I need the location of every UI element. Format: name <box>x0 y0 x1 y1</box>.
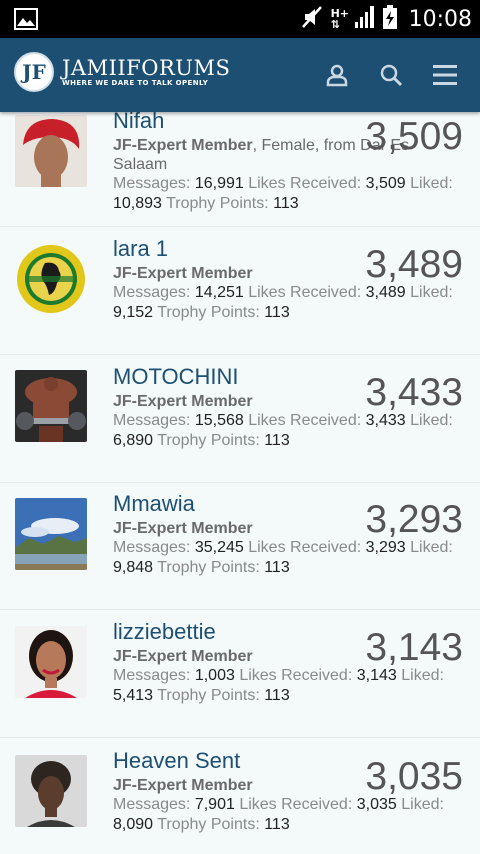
trophy-points-value: 113 <box>273 194 299 212</box>
liked-value: 9,152 <box>113 303 154 321</box>
logo-letter: JF <box>22 60 46 84</box>
avatar[interactable] <box>15 370 87 442</box>
trophy-points-value: 113 <box>264 303 290 321</box>
member-row[interactable]: Mmawia JF-Expert Member Messages: 35,245… <box>0 483 480 610</box>
battery-charging-icon <box>382 4 397 34</box>
avatar[interactable] <box>15 755 87 827</box>
liked-value: 8,090 <box>113 815 154 833</box>
logo-title: JAMIIFORUMS <box>62 56 231 80</box>
member-stats: Messages: 15,568 Likes Received: 3,433 L… <box>113 411 463 450</box>
messages-label: Messages: <box>113 539 191 556</box>
status-time: 10:08 <box>408 6 472 32</box>
member-row[interactable]: lizziebettie JF-Expert Member Messages: … <box>0 611 480 738</box>
messages-value: 35,245 <box>194 539 244 556</box>
likes-received-label: Likes Received: <box>239 796 353 813</box>
liked-value: 5,413 <box>113 686 154 704</box>
likes-received-value: 3,509 <box>365 175 406 192</box>
member-score: 3,143 <box>365 626 463 669</box>
likes-received-label: Likes Received: <box>239 667 353 684</box>
search-icon[interactable] <box>378 60 404 90</box>
member-rank: JF-Expert Member <box>113 265 253 282</box>
avatar[interactable] <box>15 498 87 570</box>
menu-icon[interactable] <box>432 60 458 90</box>
avatar[interactable] <box>15 626 87 698</box>
trophy-points-label: Trophy Points: <box>157 686 260 704</box>
trophy-points-label: Trophy Points: <box>166 194 269 212</box>
trophy-points-value: 113 <box>264 431 290 449</box>
image-icon <box>14 8 38 30</box>
member-score: 3,433 <box>365 371 463 414</box>
trophy-points-label: Trophy Points: <box>157 558 260 576</box>
member-rank: JF-Expert Member <box>113 137 253 154</box>
logo-tagline: WHERE WE DARE TO TALK OPENLY <box>62 79 209 87</box>
mute-icon <box>301 5 323 34</box>
site-logo[interactable]: JF JAMIIFORUMS WHERE WE DARE TO TALK OPE… <box>14 52 230 92</box>
avatar[interactable] <box>15 115 87 187</box>
member-stats: Messages: 7,901 Likes Received: 3,035 Li… <box>113 795 463 834</box>
member-row[interactable]: lara 1 JF-Expert Member Messages: 14,251… <box>0 228 480 355</box>
member-stats: Messages: 16,991 Likes Received: 3,509 L… <box>113 174 463 213</box>
app-header: JF JAMIIFORUMS WHERE WE DARE TO TALK OPE… <box>0 38 480 112</box>
logo-emblem: JF <box>14 52 54 92</box>
member-rank: JF-Expert Member <box>113 393 253 410</box>
messages-label: Messages: <box>113 412 191 429</box>
avatar[interactable] <box>15 243 87 315</box>
liked-value: 9,848 <box>113 558 154 576</box>
member-score: 3,293 <box>365 498 463 541</box>
trophy-points-value: 113 <box>264 686 290 704</box>
liked-label: Liked: <box>410 175 453 192</box>
messages-value: 15,568 <box>194 412 244 429</box>
messages-value: 7,901 <box>194 796 235 813</box>
member-score: 3,509 <box>365 115 463 158</box>
likes-received-label: Likes Received: <box>248 284 362 301</box>
member-row[interactable]: Heaven Sent JF-Expert Member Messages: 7… <box>0 738 480 854</box>
member-row[interactable]: MOTOCHINI JF-Expert Member Messages: 15,… <box>0 356 480 483</box>
messages-label: Messages: <box>113 667 191 684</box>
trophy-points-label: Trophy Points: <box>157 815 260 833</box>
messages-label: Messages: <box>113 175 191 192</box>
liked-value: 10,893 <box>113 194 162 212</box>
user-icon[interactable] <box>324 60 350 90</box>
likes-received-label: Likes Received: <box>248 412 362 429</box>
member-stats: Messages: 35,245 Likes Received: 3,293 L… <box>113 538 463 577</box>
messages-value: 1,003 <box>194 667 235 684</box>
member-stats: Messages: 14,251 Likes Received: 3,489 L… <box>113 283 463 322</box>
member-rank: JF-Expert Member <box>113 520 253 537</box>
messages-label: Messages: <box>113 796 191 813</box>
member-list: Nifah JF-Expert Member, Female, from Dar… <box>0 112 480 854</box>
member-rank: JF-Expert Member <box>113 648 253 665</box>
member-score: 3,035 <box>365 755 463 798</box>
trophy-points-value: 113 <box>264 558 290 576</box>
status-bar: H+ ⇅ 10:08 <box>0 0 480 38</box>
member-row[interactable]: Nifah JF-Expert Member, Female, from Dar… <box>0 112 480 227</box>
member-score: 3,489 <box>365 243 463 286</box>
likes-received-label: Likes Received: <box>248 539 362 556</box>
messages-value: 14,251 <box>194 284 244 301</box>
messages-value: 16,991 <box>194 175 244 192</box>
network-icon: H+ ⇅ <box>330 7 350 31</box>
signal-icon <box>354 5 375 34</box>
likes-received-label: Likes Received: <box>248 175 362 192</box>
member-stats: Messages: 1,003 Likes Received: 3,143 Li… <box>113 666 463 705</box>
messages-label: Messages: <box>113 284 191 301</box>
liked-value: 6,890 <box>113 431 154 449</box>
trophy-points-label: Trophy Points: <box>157 303 260 321</box>
member-rank: JF-Expert Member <box>113 777 253 794</box>
trophy-points-label: Trophy Points: <box>157 431 260 449</box>
trophy-points-value: 113 <box>264 815 290 833</box>
